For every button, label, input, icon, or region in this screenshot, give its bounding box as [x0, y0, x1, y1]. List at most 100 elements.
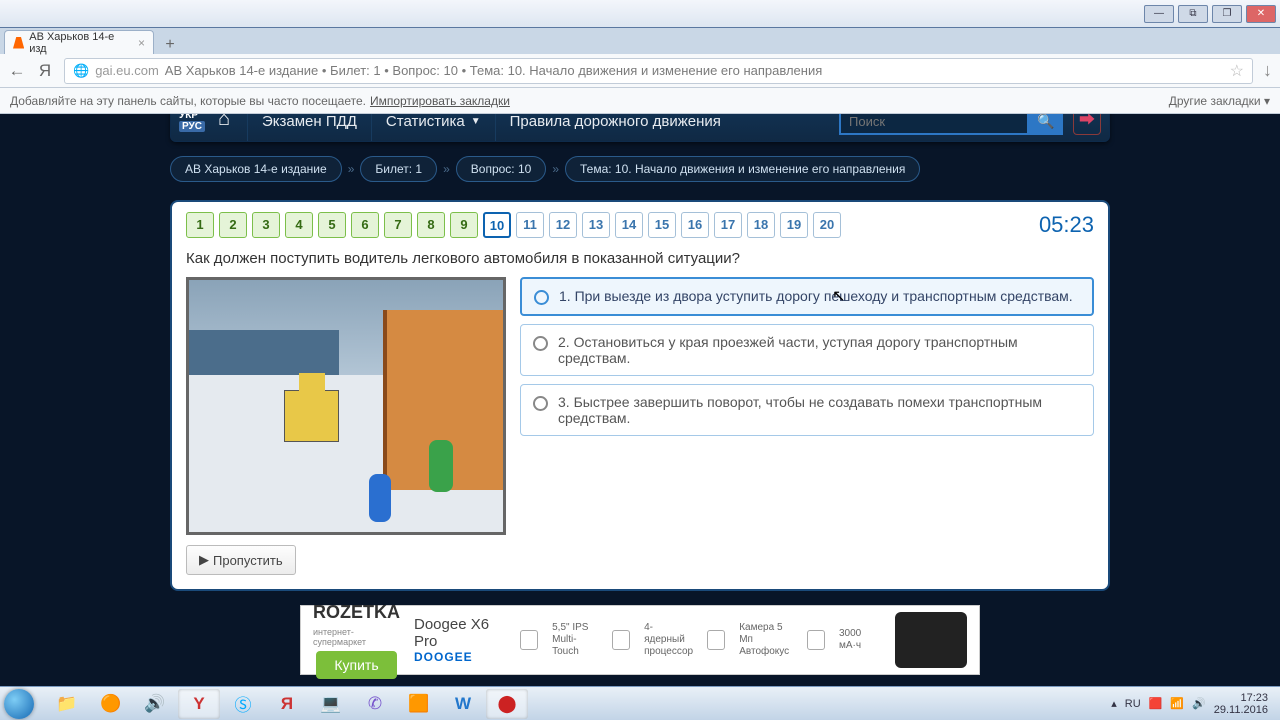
system-tray[interactable]: ▴ RU 🟥 📶 🔊 17:2329.11.2016 — [1111, 692, 1276, 716]
radio-icon — [533, 396, 548, 411]
window-close[interactable]: ✕ — [1246, 5, 1276, 23]
skip-button[interactable]: ▶ Пропустить — [186, 545, 296, 575]
question-number-1[interactable]: 1 — [186, 212, 214, 238]
question-number-12[interactable]: 12 — [549, 212, 577, 238]
ad-banner[interactable]: ROZETKA интернет-супермаркет Купить Doog… — [300, 605, 980, 675]
yandex-button[interactable]: Я — [36, 62, 54, 80]
taskbar-record-icon[interactable]: ⬤ — [486, 689, 528, 719]
language-toggle[interactable]: УКР РУС — [179, 114, 205, 132]
tray-network-icon[interactable]: 📶 — [1170, 697, 1184, 710]
answer-text: 1. При выезде из двора уступить дорогу п… — [559, 288, 1073, 305]
tray-flag-icon[interactable]: 🟥 — [1149, 697, 1163, 710]
cpu-icon — [612, 630, 630, 650]
address-bar[interactable]: 🌐 gai.eu.com АВ Харьков 14-е издание • Б… — [64, 58, 1253, 84]
nav-exam[interactable]: Экзамен ПДД — [247, 114, 371, 141]
new-tab-button[interactable]: + — [160, 36, 180, 54]
vlc-icon — [13, 37, 24, 49]
question-number-20[interactable]: 20 — [813, 212, 841, 238]
crumb-sep: » — [552, 162, 559, 176]
ad-logo: ROZETKA — [313, 602, 400, 623]
ad-buy-button[interactable]: Купить — [316, 651, 396, 679]
nav-stats[interactable]: Статистика▼ — [371, 114, 495, 141]
crumb-sep: » — [443, 162, 450, 176]
windows-taskbar: 📁 🟠 🔊 Y Ⓢ Я 💻 ✆ 🟧 W ⬤ ▴ RU 🟥 📶 🔊 17:2329… — [0, 686, 1280, 720]
question-text: Как должен поступить водитель легкового … — [186, 250, 1094, 267]
other-bookmarks[interactable]: Другие закладки ▾ — [1169, 94, 1270, 108]
question-number-17[interactable]: 17 — [714, 212, 742, 238]
question-number-18[interactable]: 18 — [747, 212, 775, 238]
breadcrumb: АВ Харьков 14-е издание » Билет: 1 » Воп… — [170, 156, 1110, 182]
ad-phone-image — [895, 612, 967, 668]
search-input[interactable] — [839, 114, 1029, 135]
question-number-2[interactable]: 2 — [219, 212, 247, 238]
taskbar-explorer-icon[interactable]: 📁 — [46, 689, 88, 719]
answer-option-2[interactable]: 2. Остановиться у края проезжей части, у… — [520, 324, 1094, 376]
question-number-7[interactable]: 7 — [384, 212, 412, 238]
window-restore[interactable]: ⧉ — [1178, 5, 1208, 23]
taskbar-word-icon[interactable]: W — [442, 689, 484, 719]
crumb-topic[interactable]: Тема: 10. Начало движения и изменение ег… — [565, 156, 920, 182]
question-number-row: 123456789101112131415161718192005:23 — [186, 212, 1094, 238]
radio-icon — [533, 336, 548, 351]
exit-icon[interactable]: ⮕ — [1073, 114, 1101, 135]
tray-lang[interactable]: RU — [1125, 698, 1141, 710]
taskbar-yandex-icon[interactable]: Y — [178, 689, 220, 719]
tab-title: АВ Харьков 14-е изд — [29, 31, 128, 55]
question-number-14[interactable]: 14 — [615, 212, 643, 238]
question-number-13[interactable]: 13 — [582, 212, 610, 238]
question-number-15[interactable]: 15 — [648, 212, 676, 238]
taskbar-skype-icon[interactable]: Ⓢ — [222, 689, 264, 719]
question-number-6[interactable]: 6 — [351, 212, 379, 238]
question-number-9[interactable]: 9 — [450, 212, 478, 238]
window-minimize[interactable]: — — [1144, 5, 1174, 23]
tray-volume-icon[interactable]: 🔊 — [1192, 697, 1206, 710]
question-number-3[interactable]: 3 — [252, 212, 280, 238]
tray-clock[interactable]: 17:2329.11.2016 — [1214, 692, 1268, 716]
taskbar-sound-icon[interactable]: 🔊 — [134, 689, 176, 719]
taskbar-yandex2-icon[interactable]: Я — [266, 689, 308, 719]
bookmarks-bar: Добавляйте на эту панель сайты, которые … — [0, 88, 1280, 114]
taskbar-app-icon[interactable]: 🟧 — [398, 689, 440, 719]
window-titlebar: — ⧉ ❐ ✕ — [0, 0, 1280, 28]
browser-toolbar: ← Я 🌐 gai.eu.com АВ Харьков 14-е издание… — [0, 54, 1280, 88]
url-host: gai.eu.com — [95, 63, 159, 78]
taskbar-laptop-icon[interactable]: 💻 — [310, 689, 352, 719]
browser-tab[interactable]: АВ Харьков 14-е изд × — [4, 30, 154, 54]
answer-text: 3. Быстрее завершить поворот, чтобы не с… — [558, 394, 1081, 426]
tab-close-icon[interactable]: × — [138, 36, 145, 50]
question-number-10[interactable]: 10 — [483, 212, 511, 238]
tray-up-icon[interactable]: ▴ — [1111, 697, 1117, 710]
search-button[interactable]: 🔍 — [1029, 114, 1063, 135]
ad-brand2: DOOGEE — [414, 650, 506, 664]
lang-rus[interactable]: РУС — [179, 121, 205, 132]
bookmarks-hint: Добавляйте на эту панель сайты, которые … — [10, 94, 366, 108]
question-number-19[interactable]: 19 — [780, 212, 808, 238]
taskbar-media-icon[interactable]: 🟠 — [90, 689, 132, 719]
window-maximize[interactable]: ❐ — [1212, 5, 1242, 23]
start-button[interactable] — [4, 689, 44, 719]
answer-option-3[interactable]: 3. Быстрее завершить поворот, чтобы не с… — [520, 384, 1094, 436]
lang-ukr[interactable]: УКР — [179, 114, 205, 121]
taskbar-viber-icon[interactable]: ✆ — [354, 689, 396, 719]
question-number-5[interactable]: 5 — [318, 212, 346, 238]
ad-sub: интернет-супермаркет — [313, 627, 400, 647]
crumb-ticket[interactable]: Билет: 1 — [360, 156, 437, 182]
site-navbar: УКР РУС ⌂ Экзамен ПДД Статистика▼ Правил… — [170, 114, 1110, 142]
import-bookmarks-link[interactable]: Импортировать закладки — [370, 94, 510, 108]
crumb-edition[interactable]: АВ Харьков 14-е издание — [170, 156, 342, 182]
question-card: 123456789101112131415161718192005:23 Как… — [170, 200, 1110, 591]
nav-rules[interactable]: Правила дорожного движения — [495, 114, 735, 141]
downloads-icon[interactable]: ↓ — [1263, 60, 1272, 81]
answer-option-1[interactable]: 1. При выезде из двора уступить дорогу п… — [520, 277, 1094, 316]
browser-tab-strip: АВ Харьков 14-е изд × + — [0, 28, 1280, 54]
question-number-4[interactable]: 4 — [285, 212, 313, 238]
home-icon[interactable]: ⌂ — [211, 114, 237, 134]
back-button[interactable]: ← — [8, 62, 26, 80]
crumb-question[interactable]: Вопрос: 10 — [456, 156, 547, 182]
screen-icon — [520, 630, 538, 650]
radio-icon — [534, 290, 549, 305]
bookmark-star-icon[interactable]: ☆ — [1230, 61, 1244, 81]
question-number-11[interactable]: 11 — [516, 212, 544, 238]
question-number-8[interactable]: 8 — [417, 212, 445, 238]
question-number-16[interactable]: 16 — [681, 212, 709, 238]
